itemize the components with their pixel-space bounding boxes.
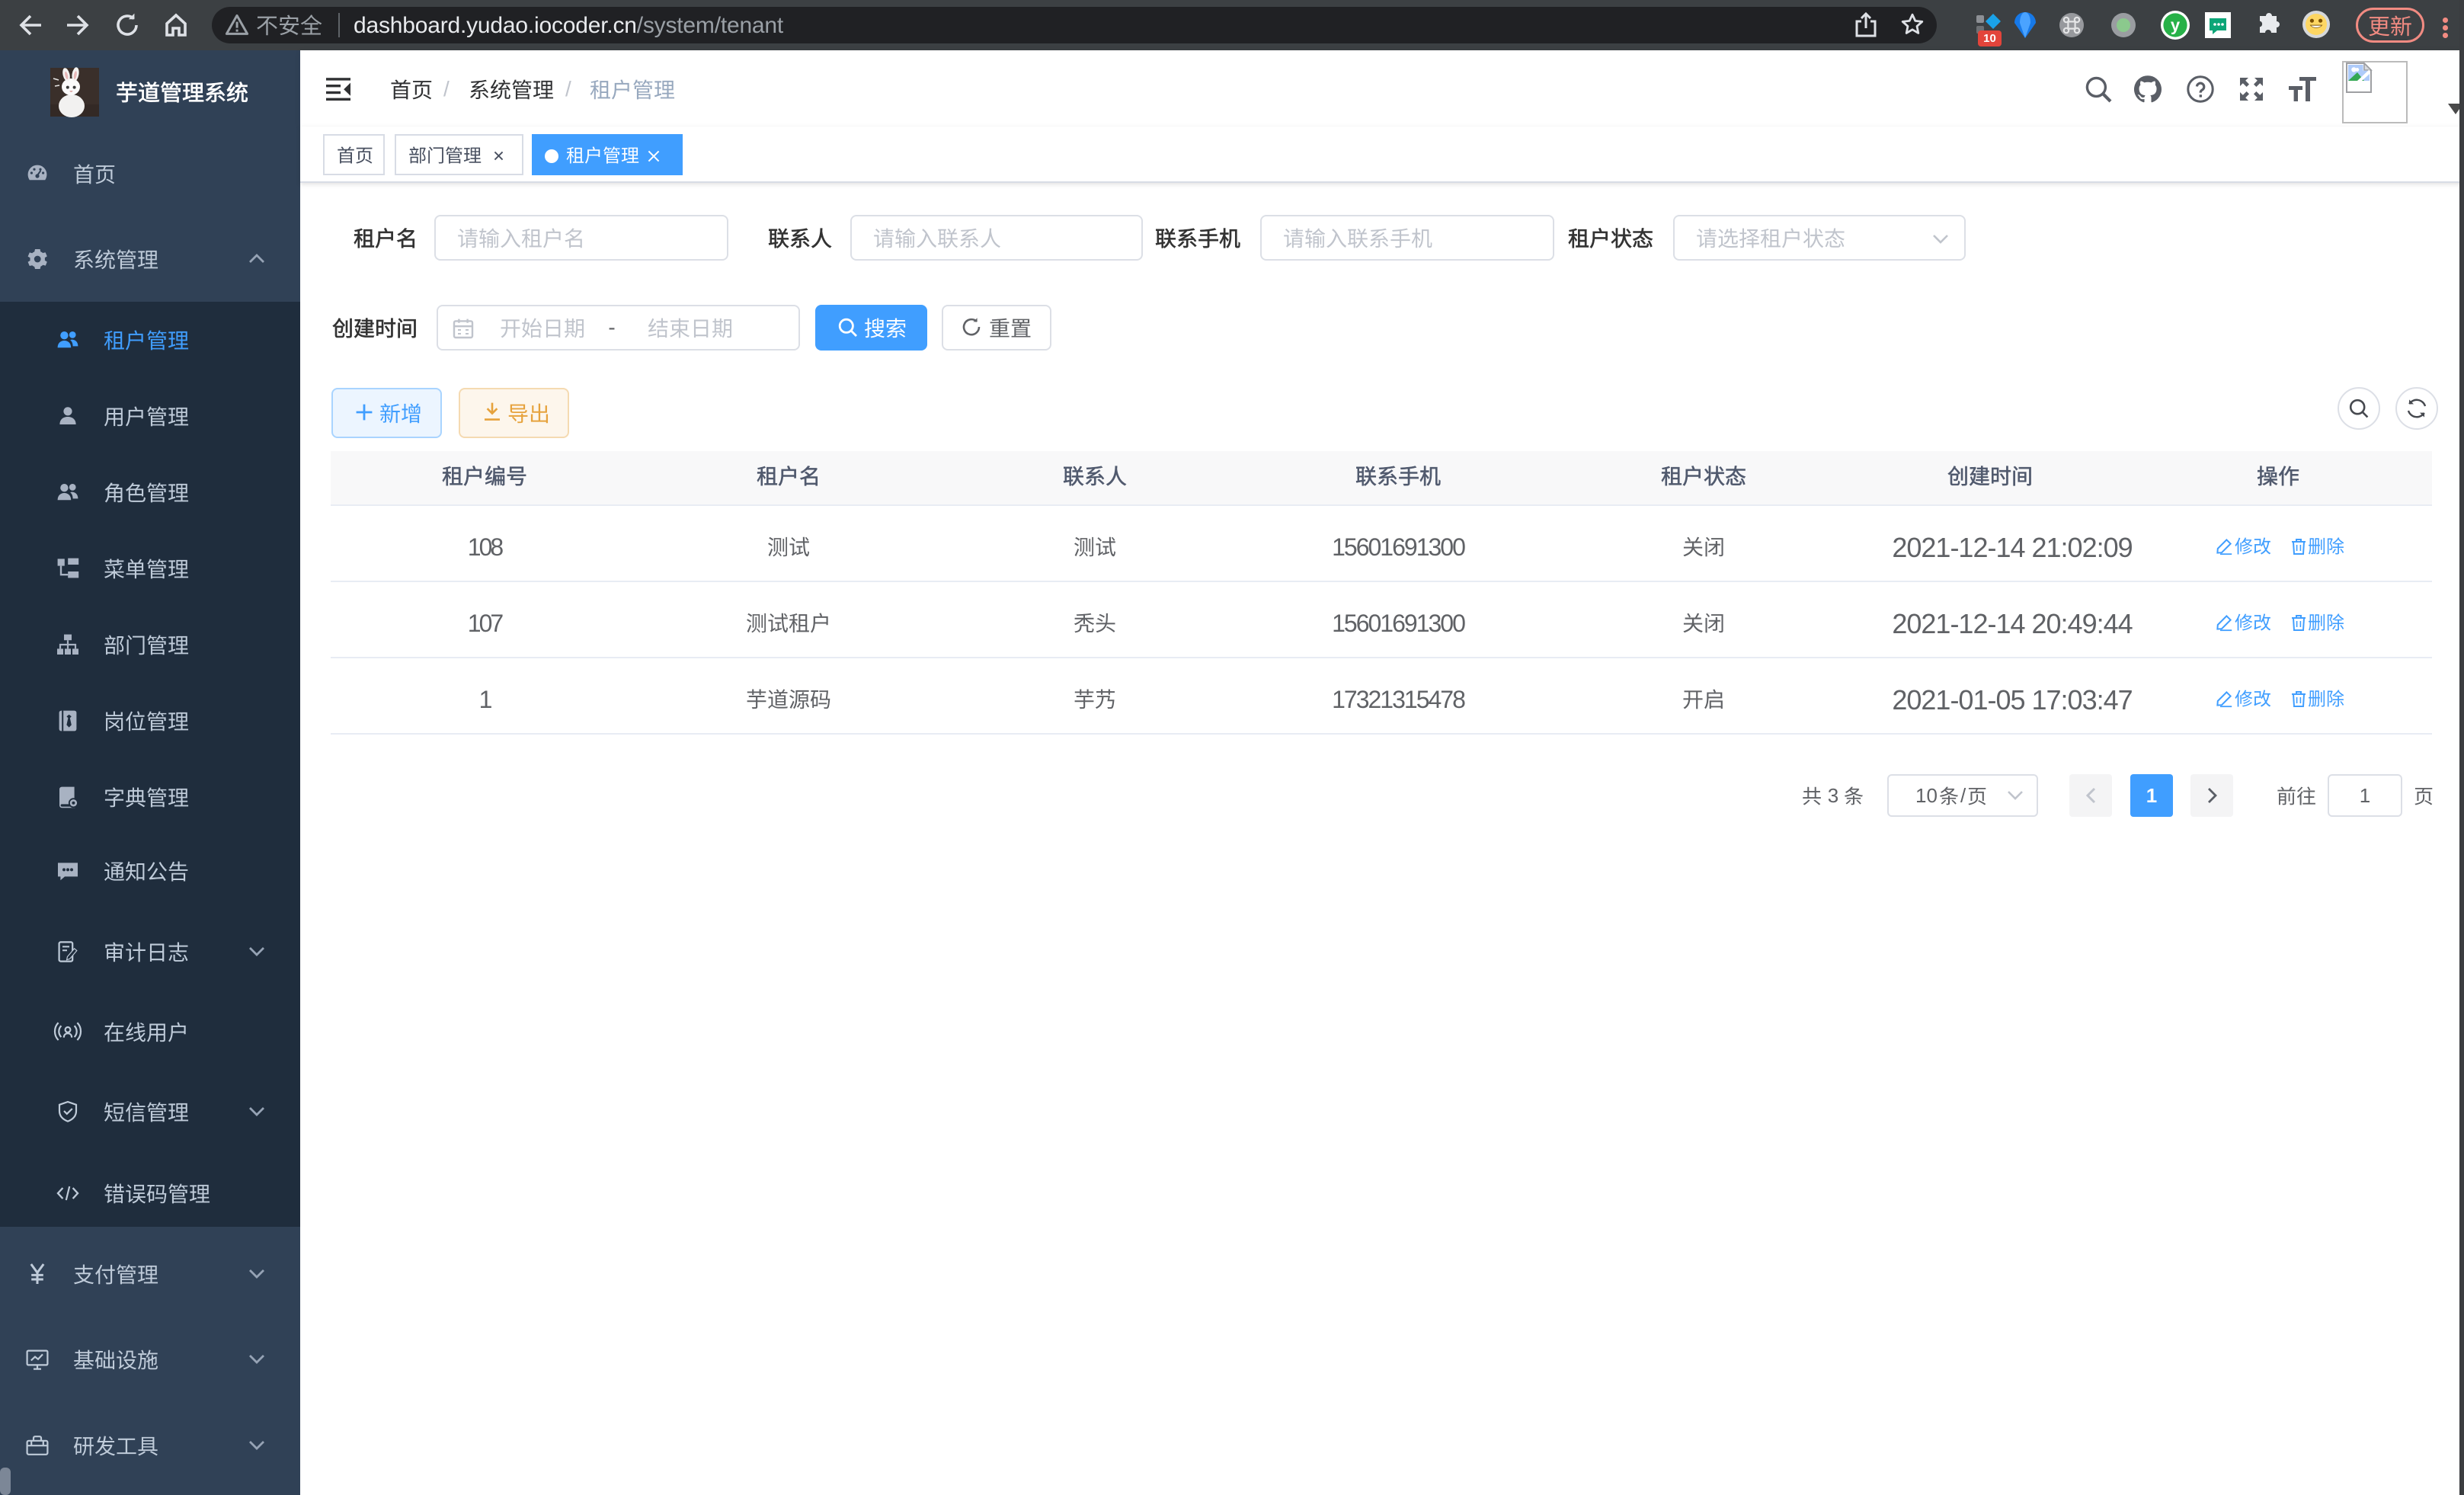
svg-text:y: y [2171, 15, 2181, 34]
